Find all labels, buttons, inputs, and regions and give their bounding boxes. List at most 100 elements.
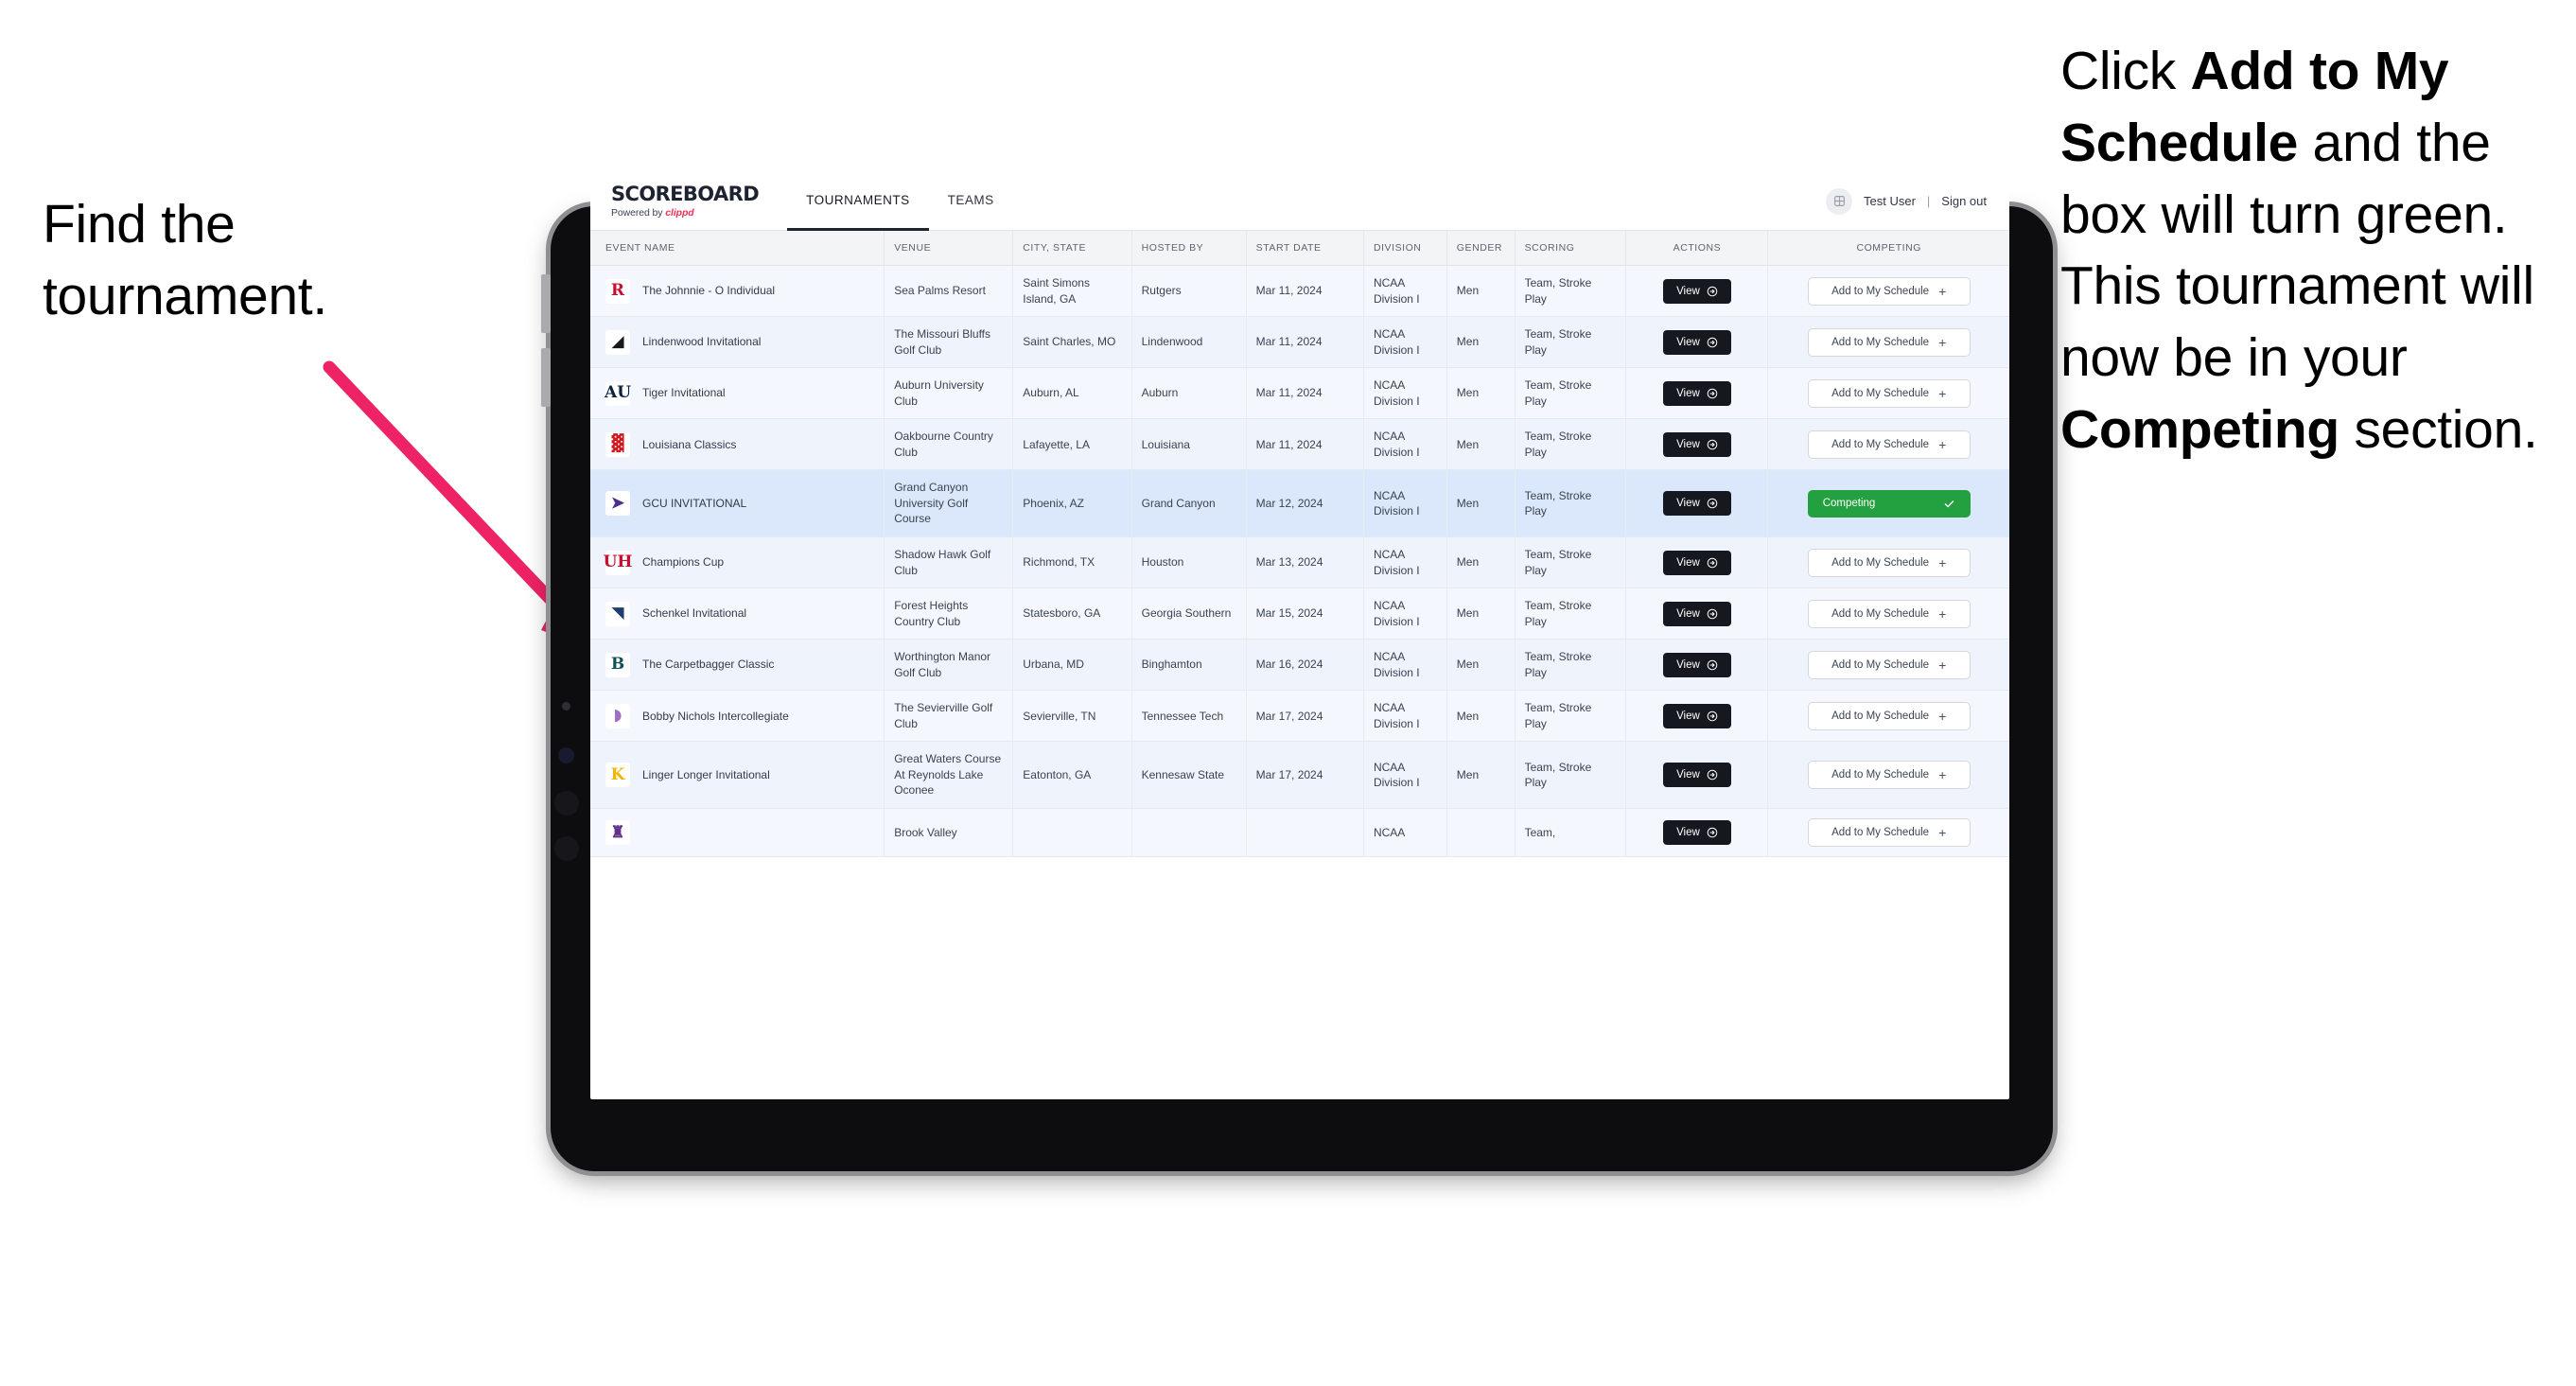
view-button[interactable]: View	[1662, 491, 1731, 517]
app-header: SCOREBOARD Powered by clippd TOURNAMENTS…	[590, 172, 2009, 231]
view-button[interactable]: View	[1662, 550, 1731, 575]
view-button[interactable]: View	[1662, 703, 1731, 728]
cell-venue: Great Waters Course At Reynolds Lake Oco…	[884, 741, 1014, 810]
arrow-right-circle-icon	[1707, 769, 1718, 781]
column-header-gender[interactable]: GENDER	[1446, 231, 1516, 266]
view-button[interactable]: View	[1662, 380, 1731, 406]
add-to-my-schedule-button[interactable]: Add to My Schedule +	[1807, 650, 1971, 679]
cell-start-date: Mar 11, 2024	[1246, 265, 1364, 318]
cell-venue: Forest Heights Country Club	[884, 588, 1014, 640]
view-button-label: View	[1676, 769, 1700, 781]
cell-competing: Add to My Schedule +	[1767, 536, 2009, 589]
cell-event-name: K Linger Longer Invitational	[590, 741, 885, 810]
cell-hosted-by: Grand Canyon	[1131, 469, 1247, 538]
plus-icon: +	[1938, 554, 1947, 570]
column-header-hosted-by[interactable]: HOSTED BY	[1131, 231, 1247, 266]
arrow-right-circle-icon	[1707, 557, 1718, 568]
competing-button[interactable]: Competing	[1807, 489, 1971, 518]
table-row: B The Carpetbagger Classic Worthington Man…	[590, 639, 2009, 692]
cell-division: NCAA Division I	[1363, 588, 1447, 640]
cell-gender	[1446, 808, 1516, 858]
event-name-label: Linger Longer Invitational	[642, 767, 770, 781]
add-to-my-schedule-button[interactable]: Add to My Schedule +	[1807, 599, 1971, 628]
tab-tournaments[interactable]: TOURNAMENTS	[787, 172, 929, 231]
view-button-label: View	[1676, 438, 1700, 450]
view-button[interactable]: View	[1662, 329, 1731, 355]
add-to-my-schedule-button[interactable]: Add to My Schedule +	[1807, 548, 1971, 577]
cell-scoring: Team,	[1515, 808, 1627, 858]
cell-competing: Add to My Schedule +	[1767, 316, 2009, 369]
check-icon	[1944, 500, 1954, 507]
plus-icon: +	[1938, 825, 1947, 841]
add-to-my-schedule-button[interactable]: Add to My Schedule +	[1807, 378, 1971, 408]
arrow-right-circle-icon	[1707, 439, 1718, 450]
tab-teams[interactable]: TEAMS	[929, 172, 1013, 231]
cell-event-name: ➤ GCU INVITATIONAL	[590, 469, 885, 538]
table-row: AU Tiger Invitational Auburn University Cl…	[590, 367, 2009, 420]
add-to-my-schedule-label: Add to My Schedule	[1831, 387, 1930, 399]
column-header-venue[interactable]: VENUE	[884, 231, 1014, 266]
cell-city-state: Sevierville, TN	[1012, 690, 1132, 743]
brand-title: SCOREBOARD	[611, 182, 760, 205]
table-row: ➤ GCU INVITATIONAL Grand Canyon University…	[590, 469, 2009, 538]
cell-scoring: Team, Stroke Play	[1515, 316, 1627, 369]
view-button-label: View	[1676, 556, 1700, 569]
column-header-scoring[interactable]: SCORING	[1515, 231, 1627, 266]
view-button[interactable]: View	[1662, 820, 1731, 846]
cell-start-date: Mar 12, 2024	[1246, 469, 1364, 538]
cell-hosted-by: Rutgers	[1131, 265, 1247, 318]
cell-gender: Men	[1446, 588, 1516, 640]
device-button-side-upper[interactable]	[541, 274, 551, 333]
add-to-my-schedule-label: Add to My Schedule	[1831, 285, 1930, 297]
add-to-my-schedule-button[interactable]: Add to My Schedule +	[1807, 701, 1971, 730]
event-cell: B The Carpetbagger Classic	[600, 652, 874, 677]
cell-start-date: Mar 11, 2024	[1246, 367, 1364, 420]
cell-division: NCAA Division I	[1363, 741, 1447, 810]
cell-event-name: ◢ Lindenwood Invitational	[590, 316, 885, 369]
view-button-label: View	[1676, 827, 1700, 839]
cell-city-state: Saint Simons Island, GA	[1012, 265, 1132, 318]
column-header-event-name[interactable]: EVENT NAME	[590, 231, 885, 266]
view-button-label: View	[1676, 607, 1700, 620]
cell-competing: Add to My Schedule +	[1767, 690, 2009, 743]
column-header-start-date[interactable]: START DATE	[1246, 231, 1364, 266]
cell-hosted-by: Tennessee Tech	[1131, 690, 1247, 743]
cell-city-state: Saint Charles, MO	[1012, 316, 1132, 369]
cell-gender: Men	[1446, 265, 1516, 318]
view-button[interactable]: View	[1662, 652, 1731, 677]
add-to-my-schedule-label: Add to My Schedule	[1831, 827, 1930, 839]
add-to-my-schedule-label: Add to My Schedule	[1831, 336, 1930, 348]
cell-event-name: UH Champions Cup	[590, 536, 885, 589]
cell-division: NCAA Division I	[1363, 316, 1447, 369]
user-avatar-icon[interactable]	[1826, 187, 1852, 215]
cell-event-name: AU Tiger Invitational	[590, 367, 885, 420]
cell-city-state	[1012, 808, 1132, 858]
cell-division: NCAA Division I	[1363, 469, 1447, 538]
device-speaker-hole-1	[554, 791, 579, 816]
arrow-right-circle-icon	[1707, 827, 1718, 838]
cell-actions: View	[1625, 536, 1769, 589]
view-button[interactable]: View	[1662, 278, 1731, 304]
cell-scoring: Team, Stroke Play	[1515, 690, 1627, 743]
table-row: ♜ Brook Valley NCAA Team, View Add to My Sche…	[590, 808, 2009, 858]
device-button-side-lower[interactable]	[541, 348, 551, 407]
view-button[interactable]: View	[1662, 763, 1731, 788]
cell-actions: View	[1625, 367, 1769, 420]
event-name-label: Louisiana Classics	[642, 437, 737, 451]
add-to-my-schedule-button[interactable]: Add to My Schedule +	[1807, 761, 1971, 790]
column-header-division[interactable]: DIVISION	[1363, 231, 1447, 266]
cell-city-state: Eatonton, GA	[1012, 741, 1132, 810]
event-name-label: Champions Cup	[642, 555, 725, 570]
sign-out-link[interactable]: Sign out	[1941, 194, 1987, 208]
cell-division: NCAA Division I	[1363, 690, 1447, 743]
column-header-city-state[interactable]: CITY, STATE	[1012, 231, 1132, 266]
cell-venue: Shadow Hawk Golf Club	[884, 536, 1014, 589]
add-to-my-schedule-button[interactable]: Add to My Schedule +	[1807, 430, 1971, 459]
view-button[interactable]: View	[1662, 431, 1731, 457]
add-to-my-schedule-button[interactable]: Add to My Schedule +	[1807, 327, 1971, 357]
event-name-label: Tiger Invitational	[642, 386, 726, 400]
arrow-right-circle-icon	[1707, 711, 1718, 722]
add-to-my-schedule-button[interactable]: Add to My Schedule +	[1807, 276, 1971, 306]
view-button[interactable]: View	[1662, 601, 1731, 626]
add-to-my-schedule-button[interactable]: Add to My Schedule +	[1807, 818, 1971, 848]
